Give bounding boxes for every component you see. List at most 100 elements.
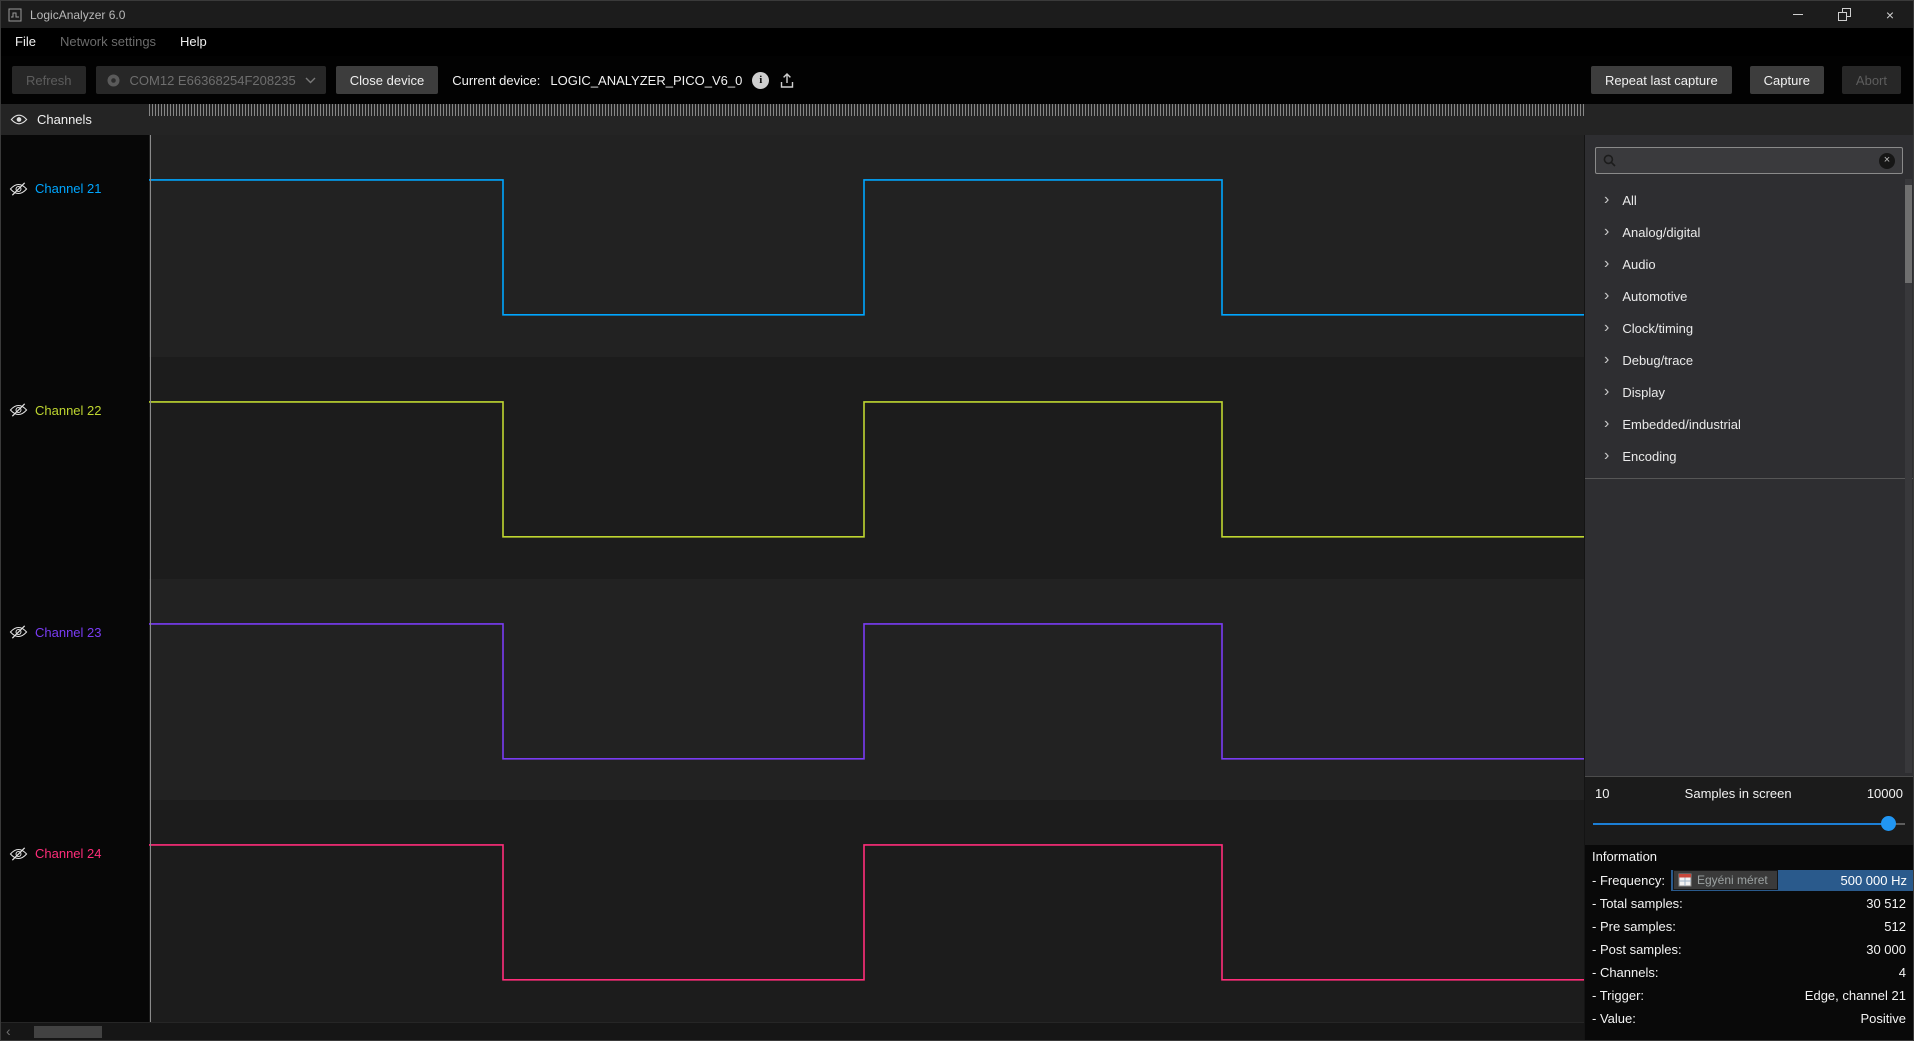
clear-search-icon[interactable]: × xyxy=(1879,152,1895,169)
info-value: 4 xyxy=(1898,965,1906,980)
current-device-label: Current device: xyxy=(452,72,541,88)
slider-min-label: 10 xyxy=(1595,786,1610,801)
tree-item-debug-trace[interactable]: › Debug/trace xyxy=(1585,344,1903,376)
restore-icon xyxy=(1837,8,1851,21)
chevron-right-icon[interactable]: › xyxy=(1604,384,1609,400)
info-value: 30 512 xyxy=(1866,896,1906,911)
chevron-right-icon[interactable]: › xyxy=(1604,256,1609,272)
frequency-tooltip: Egyéni méret xyxy=(1673,870,1778,890)
window-title: LogicAnalyzer 6.0 xyxy=(30,7,126,22)
capture-button[interactable]: Capture xyxy=(1749,66,1824,94)
info-row-value: - Value: Positive xyxy=(1585,1007,1913,1030)
scrollbar-thumb[interactable] xyxy=(34,1026,102,1038)
channel-name[interactable]: Channel 21 xyxy=(35,181,102,196)
info-row-channels: - Channels: 4 xyxy=(1585,961,1913,984)
restore-button[interactable] xyxy=(1821,1,1867,28)
channels-header-label: Channels xyxy=(37,112,92,127)
tree-item-label: Audio xyxy=(1622,256,1656,272)
minimize-button[interactable] xyxy=(1775,1,1821,28)
repeat-last-capture-button[interactable]: Repeat last capture xyxy=(1590,66,1732,94)
channel-name[interactable]: Channel 24 xyxy=(35,846,102,861)
channel-name[interactable]: Channel 22 xyxy=(35,403,102,418)
samples-slider-thumb[interactable] xyxy=(1881,816,1896,831)
eye-icon[interactable] xyxy=(10,113,28,126)
samples-slider-section: 10 Samples in screen 10000 xyxy=(1585,776,1913,845)
waveform-row[interactable] xyxy=(149,135,1584,357)
info-label: - Value: xyxy=(1592,1011,1636,1026)
upload-icon[interactable] xyxy=(779,72,795,89)
info-value: Edge, channel 21 xyxy=(1804,988,1906,1003)
tree-item-label: All xyxy=(1622,192,1637,208)
info-icon[interactable]: i xyxy=(752,71,770,89)
tree-item-all[interactable]: › All xyxy=(1585,184,1903,216)
search-input[interactable] xyxy=(1622,153,1873,168)
sidebar-scrollbar-thumb[interactable] xyxy=(1905,185,1912,283)
tree-item-display[interactable]: › Display xyxy=(1585,376,1903,408)
tree-item-embedded-industrial[interactable]: › Embedded/industrial xyxy=(1585,408,1903,440)
eye-off-icon[interactable] xyxy=(9,847,28,861)
chevron-right-icon[interactable]: › xyxy=(1604,224,1609,240)
eye-off-icon[interactable] xyxy=(9,181,28,196)
tree-item-automotive[interactable]: › Automotive xyxy=(1585,280,1903,312)
information-rows: - Total samples: 30 512- Pre samples: 512-… xyxy=(1585,892,1913,1030)
channel-label-row: Channel 22 xyxy=(1,357,149,579)
menu-item-file[interactable]: File xyxy=(3,28,48,56)
channel-name[interactable]: Channel 23 xyxy=(35,625,102,640)
device-combo-value: COM12 E66368254F208235 xyxy=(129,72,296,88)
tree-item-label: Clock/timing xyxy=(1622,320,1694,336)
info-label: - Trigger: xyxy=(1592,988,1645,1003)
chevron-right-icon[interactable]: › xyxy=(1604,352,1609,368)
abort-button[interactable]: Abort xyxy=(1841,66,1901,94)
tree-item-audio[interactable]: › Audio xyxy=(1585,248,1903,280)
toolbar: Refresh COM12 E66368254F208235 Close dev… xyxy=(1,56,1913,104)
chevron-right-icon[interactable]: › xyxy=(1604,192,1609,208)
close-icon: × xyxy=(1885,6,1895,23)
info-row-post-samples: - Post samples: 30 000 xyxy=(1585,938,1913,961)
menu-item-network-settings[interactable]: Network settings xyxy=(48,28,168,56)
main-area: Channel 21 Channel 22 Channel 23 Channel 24… xyxy=(1,135,1913,1040)
search-box[interactable]: × xyxy=(1595,147,1903,174)
window-controls: × xyxy=(1775,1,1913,28)
menu-item-help[interactable]: Help xyxy=(168,28,219,56)
timeline-ruler[interactable] xyxy=(149,104,1584,116)
protocol-sidebar: × › All › Analog/digital › Audio › Automotive › C… xyxy=(1584,135,1913,1040)
refresh-button[interactable]: Refresh xyxy=(12,66,86,94)
eye-off-icon[interactable] xyxy=(9,625,28,639)
device-combo[interactable]: COM12 E66368254F208235 xyxy=(95,66,326,94)
close-button[interactable]: × xyxy=(1867,1,1913,28)
info-label: - Frequency: xyxy=(1592,873,1665,888)
samples-slider-track[interactable] xyxy=(1593,823,1905,825)
tree-item-clock-timing[interactable]: › Clock/timing xyxy=(1585,312,1903,344)
tree-item-label: Embedded/industrial xyxy=(1622,416,1741,432)
tree-item-label: Encoding xyxy=(1622,448,1677,464)
waveform-trace xyxy=(149,357,1584,579)
info-row-trigger: - Trigger: Edge, channel 21 xyxy=(1585,984,1913,1007)
chevron-right-icon[interactable]: › xyxy=(1604,320,1609,336)
horizontal-scrollbar[interactable]: ‹ xyxy=(1,1022,1584,1040)
info-value: Positive xyxy=(1860,1011,1906,1026)
tree-item-encoding[interactable]: › Encoding xyxy=(1585,440,1903,472)
trigger-marker xyxy=(150,135,151,1022)
separator xyxy=(1585,478,1913,479)
waveform-trace xyxy=(149,135,1584,357)
chevron-right-icon[interactable]: › xyxy=(1604,448,1609,464)
chevron-right-icon[interactable]: › xyxy=(1604,288,1609,304)
close-device-button[interactable]: Close device xyxy=(335,66,439,94)
waveform-row[interactable] xyxy=(149,356,1584,579)
tree-item-analog-digital[interactable]: › Analog/digital xyxy=(1585,216,1903,248)
info-value: 512 xyxy=(1884,919,1906,934)
title-bar: LogicAnalyzer 6.0 × xyxy=(1,1,1913,28)
chevron-right-icon[interactable]: › xyxy=(1604,416,1609,432)
sidebar-scrollbar[interactable] xyxy=(1905,179,1912,773)
information-title: Information xyxy=(1592,849,1658,864)
eye-off-icon[interactable] xyxy=(9,403,28,417)
scroll-left-icon[interactable]: ‹ xyxy=(6,1023,11,1040)
capture-buttons: Repeat last capture Capture Abort xyxy=(1590,66,1901,94)
info-row-pre-samples: - Pre samples: 512 xyxy=(1585,915,1913,938)
waveform-row[interactable] xyxy=(149,800,1584,1022)
slider-title: Samples in screen xyxy=(1684,786,1792,801)
device-icon xyxy=(107,74,120,86)
channel-label-row: Channel 24 xyxy=(1,800,149,1022)
info-label: - Pre samples: xyxy=(1592,919,1676,934)
waveform-row[interactable] xyxy=(149,578,1584,801)
